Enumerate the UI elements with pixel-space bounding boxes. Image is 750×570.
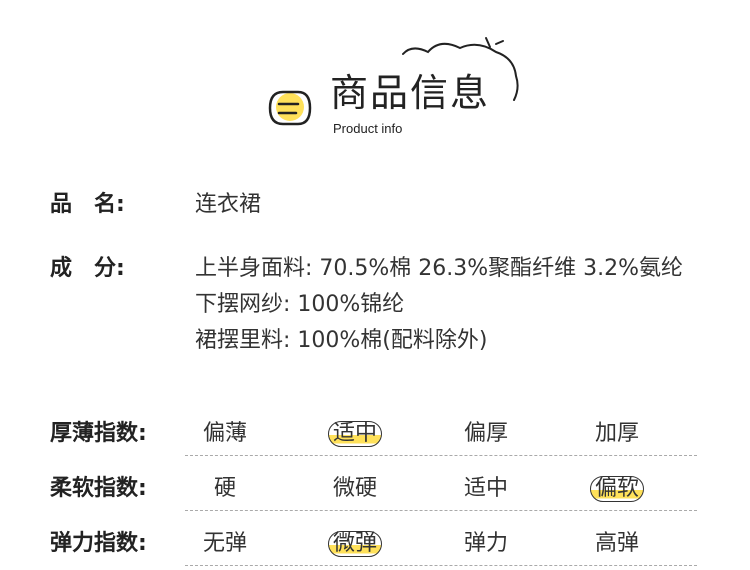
- elasticity-option-selected: 微弹: [327, 531, 383, 557]
- composition-line: 裙摆里料: 100%棉(配料除外): [195, 328, 488, 353]
- softness-option: 适中: [463, 476, 509, 501]
- elasticity-index-label: 弹力指数:: [50, 531, 147, 556]
- elasticity-option: 弹力: [463, 531, 509, 556]
- thickness-option: 加厚: [594, 421, 640, 446]
- divider: [185, 565, 697, 566]
- softness-option-selected: 偏软: [589, 476, 645, 502]
- softness-index-label: 柔软指数:: [50, 476, 147, 501]
- composition-label: 成 分:: [50, 256, 125, 281]
- divider: [185, 510, 697, 511]
- composition-line: 上半身面料: 70.5%棉 26.3%聚酯纤维 3.2%氨纶: [195, 256, 684, 281]
- product-info-header: 商品信息 Product info: [0, 0, 750, 150]
- softness-option: 微硬: [332, 476, 378, 501]
- thickness-option: 偏厚: [463, 421, 509, 446]
- name-value: 连衣裙: [195, 192, 262, 217]
- thickness-index-label: 厚薄指数:: [50, 421, 147, 446]
- divider: [185, 455, 697, 456]
- composition-line: 下摆网纱: 100%锦纶: [195, 292, 405, 317]
- elasticity-option: 无弹: [202, 531, 248, 556]
- thickness-option-selected: 适中: [327, 421, 383, 447]
- page-subtitle: Product info: [333, 121, 403, 136]
- name-label: 品 名:: [50, 192, 125, 217]
- document-icon: [268, 90, 312, 126]
- softness-option: 硬: [213, 476, 237, 501]
- thickness-option: 偏薄: [202, 421, 248, 446]
- page-title: 商品信息: [330, 71, 491, 115]
- elasticity-option: 高弹: [594, 531, 640, 556]
